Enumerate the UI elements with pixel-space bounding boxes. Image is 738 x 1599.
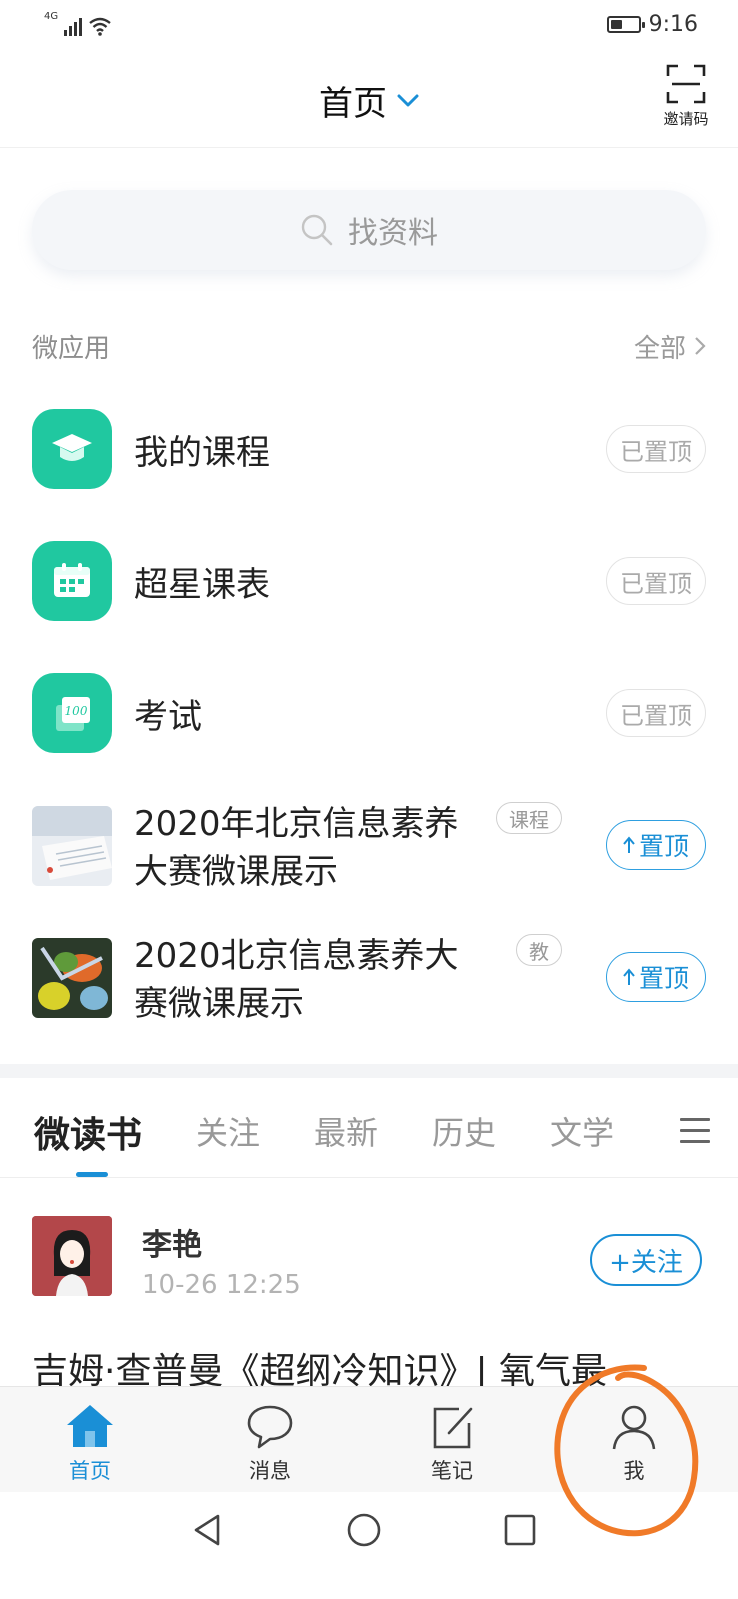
active-tab-indicator [76, 1172, 108, 1177]
course-row-1[interactable]: 2020年北京信息素养 大赛微课展示 课程 置顶 [32, 800, 706, 892]
course-row-2[interactable]: 2020北京信息素养大 赛微课展示 教 置顶 [32, 932, 706, 1024]
top-header: 首页 邀请码 [0, 52, 738, 148]
view-all-link[interactable]: 全部 [634, 328, 706, 365]
course-title-line1: 2020北京信息素养大 [134, 936, 459, 976]
battery-icon [606, 16, 645, 33]
pin-label: 置顶 [638, 832, 689, 861]
back-icon[interactable] [188, 1510, 228, 1550]
tabbar-me[interactable]: 我 [584, 1401, 684, 1485]
pin-button[interactable]: 置顶 [606, 820, 706, 870]
course-title: 2020北京信息素养大 赛微课展示 [134, 932, 484, 1028]
home-nav-icon[interactable] [344, 1510, 384, 1550]
status-right: 9:16 [606, 12, 698, 37]
tab-follow[interactable]: 关注 [196, 1108, 260, 1154]
graduation-cap-icon [32, 409, 112, 489]
course-thumbnail [32, 806, 112, 886]
app-row-schedule[interactable]: 超星课表 已置顶 [32, 540, 706, 622]
person-icon [612, 1405, 656, 1450]
course-title: 2020年北京信息素养 大赛微课展示 [134, 800, 484, 896]
scan-icon [666, 64, 706, 104]
post-time: 10-26 12:25 [142, 1270, 301, 1300]
status-left: 4G [44, 12, 112, 36]
exam-100-icon: 100 [32, 673, 112, 753]
tabbar-label: 笔记 [431, 1459, 473, 1483]
course-thumbnail [32, 938, 112, 1018]
course-title-line1: 2020年北京信息素养 [134, 804, 459, 844]
chevron-down-icon [397, 94, 419, 106]
app-label: 考试 [134, 696, 202, 737]
page-title-switcher[interactable]: 首页 [0, 76, 738, 125]
bottom-tab-bar: 首页 消息 笔记 我 [0, 1386, 738, 1492]
invite-code-button[interactable]: 邀请码 [656, 64, 716, 129]
pin-label: 置顶 [638, 964, 689, 993]
search-placeholder: 找资料 [348, 216, 438, 251]
battery-level [610, 20, 623, 29]
search-input[interactable]: 找资料 [32, 190, 706, 270]
avatar[interactable] [32, 1216, 112, 1296]
tab-history[interactable]: 历史 [432, 1108, 496, 1154]
app-label: 我的课程 [134, 432, 270, 473]
signal-icon [64, 16, 83, 36]
author-name[interactable]: 李艳 [142, 1220, 202, 1264]
arrow-up-icon [623, 836, 635, 853]
tabbar-home[interactable]: 首页 [40, 1401, 140, 1485]
home-icon [67, 1405, 113, 1447]
course-title-line2: 赛微课展示 [134, 984, 304, 1024]
course-tag: 教 [516, 934, 562, 966]
section-title: 微应用 [32, 333, 111, 364]
network-type: 4G [44, 11, 59, 22]
pinned-badge[interactable]: 已置顶 [606, 425, 706, 473]
recents-icon[interactable] [500, 1510, 540, 1550]
arrow-up-icon [623, 968, 635, 985]
tabbar-label: 消息 [249, 1459, 291, 1483]
section-divider [0, 1064, 738, 1078]
reading-tabs: 微读书 关注 最新 历史 文学 [0, 1078, 738, 1178]
app-row-exam[interactable]: 100 考试 已置顶 [32, 672, 706, 754]
search-icon [301, 214, 333, 246]
tabbar-label: 我 [623, 1459, 645, 1483]
tab-literature[interactable]: 文学 [550, 1108, 614, 1154]
tabbar-label: 首页 [69, 1459, 111, 1483]
pinned-badge[interactable]: 已置顶 [606, 557, 706, 605]
page-title: 首页 [319, 84, 387, 124]
pinned-badge[interactable]: 已置顶 [606, 689, 706, 737]
status-time: 9:16 [648, 12, 698, 37]
chevron-right-icon [695, 337, 706, 355]
tabbar-messages[interactable]: 消息 [220, 1401, 320, 1485]
wifi-icon [89, 17, 111, 36]
tabbar-notes[interactable]: 笔记 [402, 1401, 502, 1485]
pin-button[interactable]: 置顶 [606, 952, 706, 1002]
menu-icon[interactable] [680, 1118, 710, 1144]
app-label: 超星课表 [134, 564, 270, 605]
system-navigation-bar [0, 1492, 738, 1599]
follow-button[interactable]: +关注 [590, 1234, 702, 1286]
view-all-label: 全部 [633, 333, 686, 364]
tab-weidushu[interactable]: 微读书 [34, 1106, 142, 1158]
svg-text:100: 100 [65, 704, 88, 718]
app-row-my-courses[interactable]: 我的课程 已置顶 [32, 408, 706, 490]
tab-latest[interactable]: 最新 [314, 1108, 378, 1154]
calendar-icon [32, 541, 112, 621]
note-edit-icon [433, 1407, 473, 1449]
course-tag: 课程 [496, 802, 562, 834]
course-title-line2: 大赛微课展示 [134, 852, 338, 892]
post-title[interactable]: 吉姆·查普曼《超纲冷知识》| 氧气最 [32, 1342, 712, 1392]
status-bar: 4G 9:16 [0, 0, 738, 52]
chat-bubble-icon [247, 1405, 293, 1449]
invite-code-label: 邀请码 [663, 110, 709, 128]
micro-apps-header: 微应用 全部 [32, 326, 706, 366]
